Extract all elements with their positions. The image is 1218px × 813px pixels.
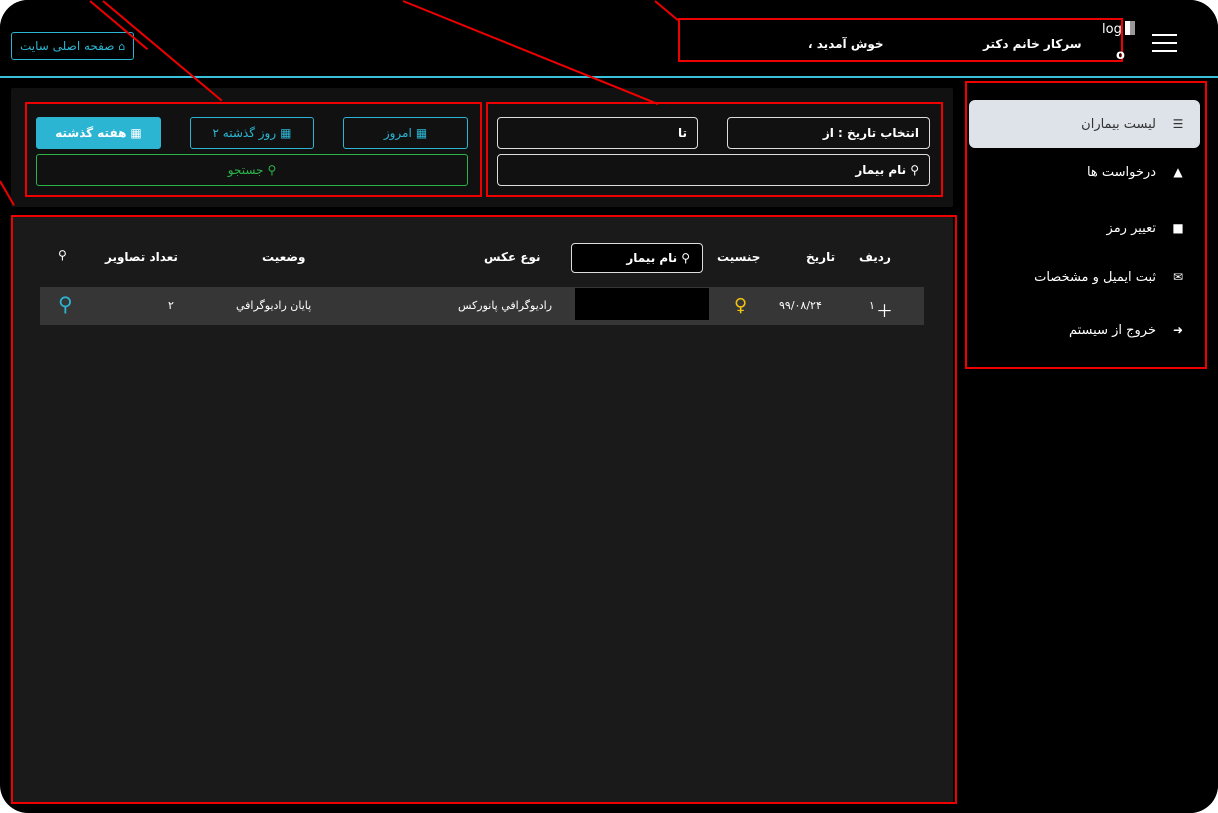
today-label: امروز: [383, 126, 412, 140]
search-icon: ⚲: [267, 163, 277, 177]
female-icon: ♀: [734, 295, 748, 316]
patient-name-cell: [575, 288, 709, 320]
date-from-field[interactable]: انتخاب تاریخ : از: [727, 117, 930, 149]
menu-toggle-icon[interactable]: [1152, 32, 1177, 54]
last-week-label: هفته گذشته: [55, 126, 127, 140]
expand-row-icon[interactable]: ＋: [876, 297, 893, 322]
calendar-icon: ▦: [130, 126, 142, 140]
col-header-photo-type: نوع عکس: [484, 250, 541, 264]
sign-out-icon: ➜: [1172, 323, 1184, 337]
view-magnifier-icon[interactable]: ⚲: [58, 292, 73, 316]
patient-name-label: نام بیمار: [855, 163, 907, 177]
sidebar-item-label: خروج از سیستم: [1068, 322, 1156, 338]
sidebar-item-label: تعییر رمز: [1106, 220, 1156, 236]
search-icon: ⚲: [910, 163, 919, 177]
search-label: جستجو: [227, 163, 264, 177]
sidebar-item-label: لیست بیماران: [1081, 116, 1156, 132]
calendar-icon: ▦: [415, 126, 428, 140]
logo-text: log: [1102, 22, 1122, 37]
sidebar-item-logout[interactable]: خروج از سیستم ➜: [969, 306, 1200, 354]
patient-name-search-field[interactable]: نام بیمار ⚲: [497, 154, 930, 186]
envelope-icon: ✉: [1172, 270, 1184, 284]
date-from-label: انتخاب تاریخ : از: [822, 126, 919, 140]
sidebar-item-label: ثبت ایمیل و مشخصات: [1034, 269, 1156, 285]
site-home-button[interactable]: صفحه اصلی سایت ⌂: [11, 32, 135, 60]
col-header-images-count: تعداد تصاویر: [105, 250, 178, 264]
app-frame: صفحه اصلی سایت ⌂ ، خوش آمدید سرکار خانم …: [0, 0, 1218, 813]
search-button[interactable]: جستجو ⚲: [36, 154, 468, 186]
today-button[interactable]: امروز ▦: [343, 117, 468, 149]
table-row[interactable]: ＋ ۱ ۹۹/۰۸/۲۴ ♀ راديوگرافي پانورکس پايان …: [40, 287, 924, 325]
welcome-text: ، خوش آمدید: [808, 37, 884, 51]
row-images-count: ۲: [168, 299, 174, 312]
patient-name-filter-label: نام بیمار: [626, 251, 678, 265]
list-icon: ☰: [1172, 117, 1184, 131]
logo-text-o: o: [1116, 48, 1125, 63]
last-two-days-button[interactable]: ۲ روز گذشته ▦: [190, 117, 314, 149]
home-icon: ⌂: [118, 39, 126, 53]
date-to-label: تا: [677, 126, 687, 140]
sidebar-item-email-profile[interactable]: ثبت ایمیل و مشخصات ✉: [969, 253, 1200, 301]
logo: log o: [1102, 21, 1135, 63]
search-icon: ⚲: [681, 251, 690, 265]
row-photo-type: راديوگرافي پانورکس: [458, 299, 553, 312]
last-week-button[interactable]: هفته گذشته ▦: [36, 117, 161, 149]
calendar-icon: ▦: [280, 126, 292, 140]
col-header-status: وضعیت: [262, 250, 306, 264]
sidebar-item-requests[interactable]: درخواست ها ▲: [969, 148, 1200, 196]
logo-image: [1125, 21, 1135, 35]
sidebar-item-label: درخواست ها: [1086, 164, 1156, 180]
col-header-gender: جنسیت: [717, 250, 761, 264]
row-date: ۹۹/۰۸/۲۴: [779, 299, 822, 312]
date-to-field[interactable]: تا: [497, 117, 698, 149]
sidebar-item-change-password[interactable]: تعییر رمز ■: [969, 204, 1200, 252]
welcome-box: ، خوش آمدید سرکار خانم دکتر: [678, 18, 1123, 62]
last-two-days-label: ۲ روز گذشته: [212, 126, 277, 140]
sidebar-item-patients-list[interactable]: لیست بیماران ☰: [969, 100, 1200, 148]
user-name: سرکار خانم دکتر: [983, 37, 1082, 51]
col-header-date: تاریخ: [806, 250, 836, 264]
row-index: ۱: [869, 299, 875, 312]
col-header-row: ردیف: [859, 250, 891, 264]
unlock-icon: ■: [1172, 221, 1184, 235]
bell-icon: ▲: [1173, 165, 1183, 179]
site-home-label: صفحه اصلی سایت: [20, 39, 115, 53]
patient-name-filter-input[interactable]: نام بیمار ⚲: [571, 243, 703, 273]
search-icon[interactable]: ⚲: [58, 248, 67, 262]
row-status: پايان راديوگرافي: [236, 299, 312, 312]
